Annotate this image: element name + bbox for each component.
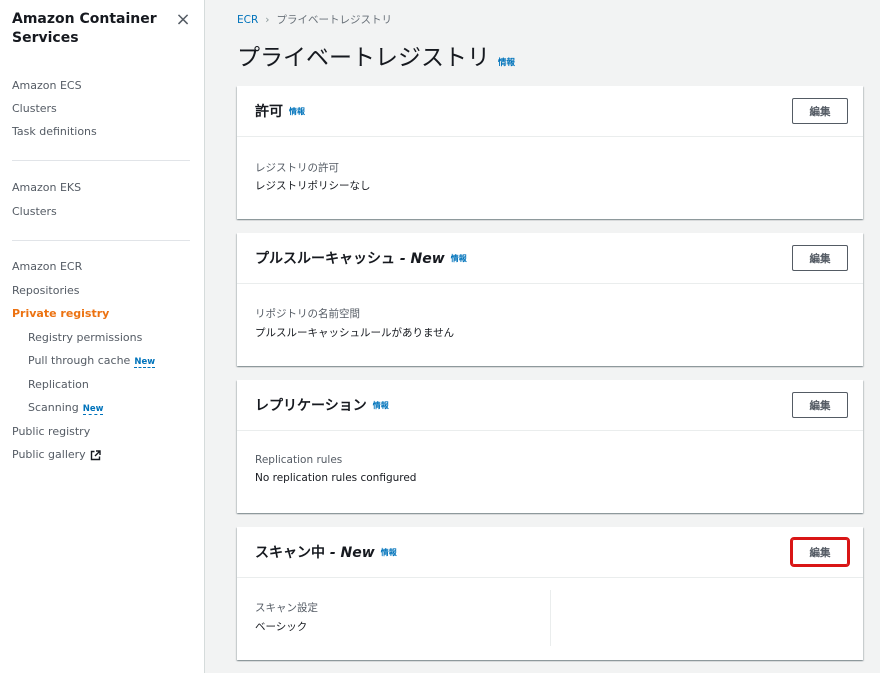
info-link[interactable]: 情報 bbox=[451, 254, 467, 263]
permissions-panel: 許可 情報 編集 レジストリの許可 レジストリポリシーなし bbox=[237, 86, 863, 219]
sidebar-item-label: Pull through cache bbox=[28, 354, 131, 367]
edit-button[interactable]: 編集 bbox=[792, 98, 848, 124]
sidebar-item-replication[interactable]: Replication bbox=[28, 377, 89, 393]
chevron-right-icon: › bbox=[265, 14, 270, 26]
field-value: プルスルーキャッシュルールがありません bbox=[255, 327, 455, 339]
sidebar-item-scanning[interactable]: Scanning New bbox=[28, 400, 104, 417]
field-label: スキャン設定 bbox=[255, 602, 318, 614]
panel-title: レプリケーション 情報 bbox=[255, 397, 389, 415]
sidebar-item-public-gallery[interactable]: Public gallery bbox=[12, 447, 101, 463]
external-link-icon bbox=[90, 449, 101, 460]
field-label: レジストリの許可 bbox=[255, 162, 339, 174]
panel-title-text: 許可 bbox=[255, 104, 283, 120]
breadcrumb-link-ecr[interactable]: ECR bbox=[237, 14, 258, 26]
new-badge: New bbox=[82, 404, 104, 415]
sidebar-item-label: Scanning bbox=[28, 401, 79, 414]
column-divider bbox=[550, 590, 551, 646]
field-value: レジストリポリシーなし bbox=[255, 180, 371, 192]
scanning-panel: スキャン中 - New 情報 編集 スキャン設定 ベーシック bbox=[237, 527, 863, 660]
panel-header: スキャン中 - New 情報 編集 bbox=[237, 527, 863, 578]
field-label: Replication rules bbox=[255, 454, 343, 466]
page-title: プライベートレジストリ 情報 bbox=[237, 42, 515, 79]
edit-button[interactable]: 編集 bbox=[792, 245, 848, 271]
panel-title-text: プルスルーキャッシュ bbox=[255, 251, 395, 267]
sidebar-item-eks-clusters[interactable]: Clusters bbox=[12, 204, 57, 220]
info-link[interactable]: 情報 bbox=[381, 548, 397, 557]
sidebar-item-repositories[interactable]: Repositories bbox=[12, 283, 80, 299]
sidebar-item-private-registry[interactable]: Private registry bbox=[12, 306, 109, 322]
sidebar-title: Amazon Container Services bbox=[12, 11, 157, 46]
sidebar-item-registry-permissions[interactable]: Registry permissions bbox=[28, 330, 142, 346]
panel-header: プルスルーキャッシュ - New 情報 編集 bbox=[237, 233, 863, 284]
panel-title: スキャン中 - New 情報 bbox=[255, 544, 397, 562]
panel-title-text: スキャン中 bbox=[255, 545, 325, 561]
info-link[interactable]: 情報 bbox=[498, 58, 515, 68]
field-value: No replication rules configured bbox=[255, 472, 417, 484]
sidebar: Amazon Container Services × Amazon ECS C… bbox=[0, 0, 205, 673]
panel-title-text: レプリケーション bbox=[255, 398, 367, 414]
page-title-text: プライベートレジストリ bbox=[237, 45, 490, 71]
breadcrumb: ECR › プライベートレジストリ bbox=[237, 12, 392, 27]
edit-button[interactable]: 編集 bbox=[790, 537, 850, 567]
replication-panel: レプリケーション 情報 編集 Replication rules No repli… bbox=[237, 380, 863, 513]
field-label: リポジトリの名前空間 bbox=[255, 308, 360, 320]
breadcrumb-current: プライベートレジストリ bbox=[276, 14, 392, 26]
panel-header: 許可 情報 編集 bbox=[237, 86, 863, 137]
panel-title: プルスルーキャッシュ - New 情報 bbox=[255, 250, 467, 268]
close-icon[interactable]: × bbox=[173, 10, 193, 30]
sidebar-item-pull-through-cache[interactable]: Pull through cache New bbox=[28, 353, 156, 370]
sidebar-item-ecs-clusters[interactable]: Clusters bbox=[12, 101, 57, 117]
sidebar-item-label: Public gallery bbox=[12, 448, 86, 461]
panel-title: 許可 情報 bbox=[255, 103, 305, 121]
sidebar-header-ecr[interactable]: Amazon ECR bbox=[12, 259, 82, 275]
new-label: - New bbox=[395, 251, 445, 267]
sidebar-header-ecs[interactable]: Amazon ECS bbox=[12, 78, 82, 94]
info-link[interactable]: 情報 bbox=[289, 107, 305, 116]
panel-header: レプリケーション 情報 編集 bbox=[237, 380, 863, 431]
new-badge: New bbox=[134, 357, 156, 368]
sidebar-divider bbox=[12, 240, 190, 241]
sidebar-header-eks[interactable]: Amazon EKS bbox=[12, 180, 81, 196]
sidebar-item-public-registry[interactable]: Public registry bbox=[12, 424, 90, 440]
field-value: ベーシック bbox=[255, 621, 308, 633]
info-link[interactable]: 情報 bbox=[373, 401, 389, 410]
sidebar-item-task-definitions[interactable]: Task definitions bbox=[12, 124, 97, 140]
sidebar-divider bbox=[12, 160, 190, 161]
new-label: - New bbox=[325, 545, 375, 561]
pull-through-cache-panel: プルスルーキャッシュ - New 情報 編集 リポジトリの名前空間 プルスルーキャ… bbox=[237, 233, 863, 366]
edit-button[interactable]: 編集 bbox=[792, 392, 848, 418]
